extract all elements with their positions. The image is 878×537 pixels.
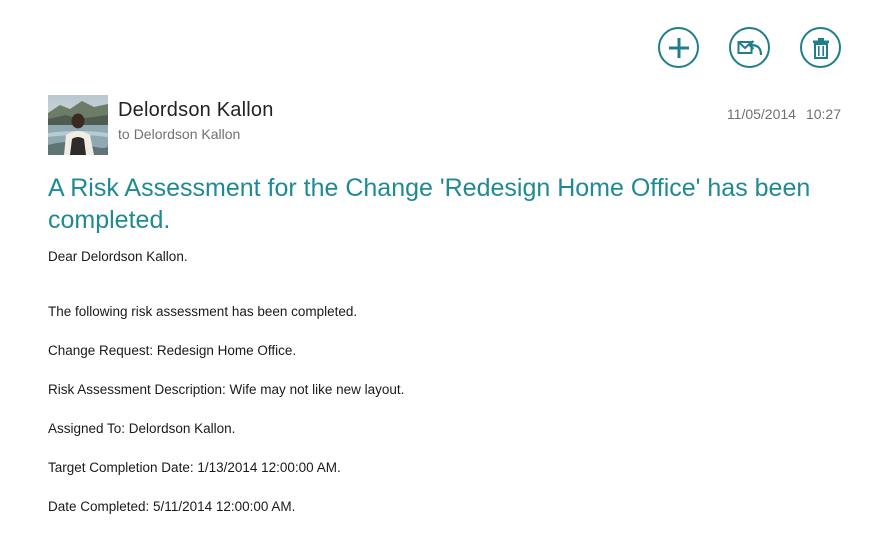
reply-icon — [737, 39, 763, 55]
message-header: Delordson Kallon to Delordson Kallon 11/0… — [48, 95, 841, 155]
mail-reading-pane: Delordson Kallon to Delordson Kallon 11/0… — [0, 0, 878, 537]
trash-icon — [812, 37, 829, 59]
sender-photo — [48, 95, 108, 155]
new-message-button[interactable] — [658, 27, 699, 68]
body-line-date-completed: Date Completed: 5/11/2014 12:00:00 AM. — [48, 499, 296, 514]
recipient-prefix: to — [118, 126, 130, 142]
sender-name[interactable]: Delordson Kallon — [118, 99, 274, 122]
delete-button[interactable] — [800, 27, 841, 68]
command-bar — [658, 27, 841, 68]
body-greeting: Dear Delordson Kallon. — [48, 249, 188, 264]
message-subject: A Risk Assessment for the Change 'Redesi… — [48, 174, 811, 234]
timestamp: 11/05/2014 10:27 — [727, 106, 841, 122]
message-time: 10:27 — [805, 106, 841, 122]
recipient-line: to Delordson Kallon — [118, 126, 240, 142]
body-line-assigned-to: Assigned To: Delordson Kallon. — [48, 421, 236, 436]
plus-icon — [668, 37, 689, 58]
message-date: 11/05/2014 — [726, 106, 796, 122]
body-line-change-request: Change Request: Redesign Home Office. — [48, 343, 297, 358]
respond-button[interactable] — [729, 27, 770, 68]
body-line-target-date: Target Completion Date: 1/13/2014 12:00:… — [48, 460, 341, 475]
body-line: The following risk assessment has been c… — [48, 304, 358, 319]
body-line-risk-description: Risk Assessment Description: Wife may no… — [48, 382, 405, 397]
recipient-name[interactable]: Delordson Kallon — [134, 126, 241, 142]
avatar[interactable] — [48, 95, 108, 155]
